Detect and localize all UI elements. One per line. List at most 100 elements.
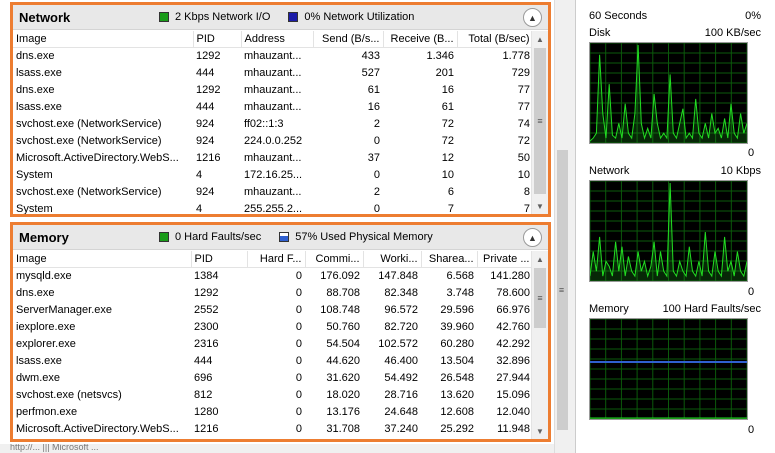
memory-table-cell: 2552	[194, 303, 219, 316]
memory-column-header[interactable]: Private ...	[477, 251, 531, 268]
network-section-header[interactable]: Network 2 Kbps Network I/O 0% Network Ut…	[13, 5, 548, 30]
network-table-cell: ff02::1:3	[244, 117, 284, 130]
memory-table-cell: 39.960	[440, 320, 474, 333]
network-table-cell: 924	[196, 185, 215, 198]
network-table-cell: 433	[361, 49, 380, 62]
memory-column-header[interactable]: Hard F...	[247, 251, 306, 268]
memory-column-header[interactable]: Worki...	[363, 251, 422, 268]
disk-graph-zero: 0	[748, 147, 755, 159]
cpu-percent-label: 0%	[745, 10, 761, 22]
network-column-header[interactable]: Receive (B...	[383, 31, 458, 48]
network-table-cell: 255.255.2...	[244, 202, 303, 215]
memory-table-cell: 54.492	[384, 371, 418, 384]
memory-table-row[interactable]: lsass.exe 444 0 44.620 46.400 13.504 32.896	[13, 352, 531, 369]
memory-table-cell: 0	[295, 422, 302, 435]
network-table-cell: svchost.exe (NetworkService)	[16, 185, 162, 198]
memory-table-cell: 54.504	[326, 337, 360, 350]
blue-legend-swatch-icon	[288, 12, 299, 22]
network-table-cell: 7	[447, 202, 454, 215]
network-column-header[interactable]: Image	[13, 31, 194, 48]
scroll-down-arrow-icon[interactable]: ▼	[532, 423, 548, 439]
memory-table-row[interactable]: dns.exe 1292 0 88.708 82.348 3.748 78.600	[13, 284, 531, 301]
network-table-cell: 2	[373, 185, 380, 198]
network-table-cell: 1292	[196, 49, 221, 62]
network-table-cell: 61	[367, 83, 380, 96]
memory-scroll-thumb[interactable]: ≡	[534, 268, 546, 328]
memory-section-header[interactable]: Memory 0 Hard Faults/sec 57% Used Physic…	[13, 225, 548, 250]
memory-table-cell: 37.240	[384, 422, 418, 435]
memory-title: Memory	[19, 229, 69, 245]
memory-table-row[interactable]: perfmon.exe 1280 0 13.176 24.648 12.608 12.040	[13, 403, 531, 420]
collapse-chevron-up-icon[interactable]: ▲	[523, 228, 542, 247]
network-table-cell: dns.exe	[16, 83, 55, 96]
network-graph-title: Network	[589, 165, 630, 177]
memory-table-row[interactable]: svchost.exe (netsvcs) 812 0 18.020 28.716 13.…	[13, 386, 531, 403]
memory-table-cell: 0	[295, 303, 302, 316]
memory-table-cell: 12.608	[440, 405, 474, 418]
memory-graph-header: Memory 100 Hard Faults/sec	[589, 303, 761, 315]
memory-table-row[interactable]: iexplore.exe 2300 0 50.760 82.720 39.960 42.76…	[13, 318, 531, 335]
network-table-row[interactable]: svchost.exe (NetworkService) 924 ff02::1:3…	[13, 115, 531, 132]
scroll-down-arrow-icon[interactable]: ▼	[532, 198, 548, 214]
scroll-up-arrow-icon[interactable]: ▲	[532, 31, 548, 47]
graph-pane: 60 Seconds 0% Disk 100 KB/sec 0 Network …	[575, 0, 775, 453]
network-table-cell: 61	[441, 100, 454, 113]
memory-table-cell: 96.572	[384, 303, 418, 316]
memory-table-cell: dwm.exe	[16, 371, 61, 384]
network-table-row[interactable]: System 4 172.16.25... 0 10 10	[13, 166, 531, 183]
memory-table-cell: 0	[295, 388, 302, 401]
memory-column-header[interactable]: Sharea...	[421, 251, 478, 268]
memory-table-scrollbar[interactable]: ▲ ≡ ▼	[531, 251, 548, 439]
network-graph-scale: 10 Kbps	[720, 165, 761, 177]
memory-column-header[interactable]: Image	[13, 251, 192, 268]
time-range-label: 60 Seconds	[589, 10, 648, 22]
network-table-cell: svchost.exe (NetworkService)	[16, 117, 162, 130]
memory-table-cell: 1216	[194, 422, 219, 435]
network-table-row[interactable]: svchost.exe (NetworkService) 924 224.0.0.2…	[13, 132, 531, 149]
network-table-row[interactable]: dns.exe 1292 mhauzant... 61 16 77	[13, 81, 531, 98]
network-column-header[interactable]: PID	[193, 31, 242, 48]
memory-table: Image PID Hard F... Commi... Worki... Sharea.…	[13, 251, 531, 439]
memory-table-cell: iexplore.exe	[16, 320, 76, 333]
network-table-row[interactable]: lsass.exe 444 mhauzant... 527 201 729	[13, 64, 531, 81]
network-table-cell: 8	[523, 185, 530, 198]
memory-table-row[interactable]: ServerManager.exe 2552 0 108.748 96.572 29.59…	[13, 301, 531, 318]
network-table-row[interactable]: lsass.exe 444 mhauzant... 16 61 77	[13, 98, 531, 115]
memory-table-cell: 0	[295, 405, 302, 418]
network-column-header[interactable]: Total (B/sec)	[457, 31, 531, 48]
green-legend-swatch-icon	[159, 12, 169, 22]
network-table-row[interactable]: svchost.exe (NetworkService) 924 mhauzant.…	[13, 183, 531, 200]
left-pane-scrollbar[interactable]	[554, 0, 569, 453]
network-table-cell: svchost.exe (NetworkService)	[16, 134, 162, 147]
network-table-row[interactable]: System 4 255.255.2... 0 7 7	[13, 200, 531, 215]
network-table-cell: 924	[196, 134, 215, 147]
memory-graph-scale: 100 Hard Faults/sec	[662, 303, 761, 315]
network-table-cell: mhauzant...	[244, 151, 302, 164]
network-table-cell: 0	[373, 202, 380, 215]
collapse-chevron-up-icon[interactable]: ▲	[523, 8, 542, 27]
network-scroll-thumb[interactable]: ≡	[534, 48, 546, 194]
memory-column-header[interactable]: PID	[191, 251, 248, 268]
network-table-scrollbar[interactable]: ▲ ≡ ▼	[531, 31, 548, 214]
memory-table-cell: 0	[295, 269, 302, 282]
network-table-row[interactable]: dns.exe 1292 mhauzant... 433 1.346 1.778	[13, 47, 531, 64]
network-table-cell: 7	[523, 202, 530, 215]
memory-table-row[interactable]: dwm.exe 696 0 31.620 54.492 26.548 27.944	[13, 369, 531, 386]
disk-graph-svg	[589, 42, 748, 144]
network-table-row[interactable]: Microsoft.ActiveDirectory.WebS... 1216 mha…	[13, 149, 531, 166]
network-column-header[interactable]: Address	[241, 31, 314, 48]
physical-memory-text: 57% Used Physical Memory	[295, 231, 433, 243]
network-utilization-legend: 0% Network Utilization	[288, 11, 414, 23]
memory-table-cell: svchost.exe (netsvcs)	[16, 388, 122, 401]
network-table-cell: 6	[447, 185, 454, 198]
memory-table-row[interactable]: mysqld.exe 1384 0 176.092 147.848 6.568 141.28…	[13, 267, 531, 284]
memory-column-header[interactable]: Commi...	[305, 251, 364, 268]
memory-table-cell: 0	[295, 320, 302, 333]
memory-table-row[interactable]: Microsoft.ActiveDirectory.WebS... 1216 0 31…	[13, 420, 531, 437]
memory-table-row[interactable]: explorer.exe 2316 0 54.504 102.572 60.280 42.2…	[13, 335, 531, 352]
network-table-cell: mhauzant...	[244, 66, 302, 79]
scroll-up-arrow-icon[interactable]: ▲	[532, 251, 548, 267]
network-table-cell: 72	[441, 117, 454, 130]
blue-legend-swatch-icon	[279, 232, 290, 242]
network-column-header[interactable]: Send (B/s...	[313, 31, 384, 48]
